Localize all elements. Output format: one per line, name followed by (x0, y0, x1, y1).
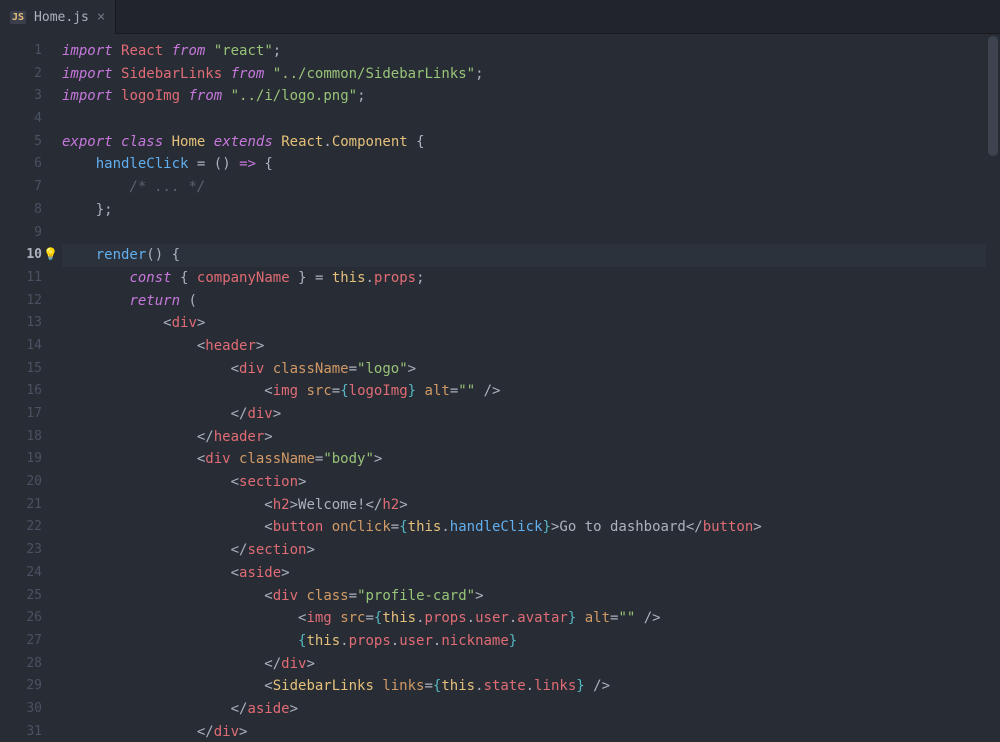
line-number[interactable]: 20 (0, 471, 62, 494)
line-number[interactable]: 23 (0, 539, 62, 562)
code-line[interactable]: <div> (62, 312, 1000, 335)
line-number[interactable]: 22 (0, 516, 62, 539)
code-line[interactable] (62, 222, 1000, 245)
line-number[interactable]: 16 (0, 380, 62, 403)
line-number[interactable]: 27 (0, 630, 62, 653)
tab-filename: Home.js (34, 10, 89, 25)
line-number[interactable]: 3 (0, 85, 62, 108)
line-number[interactable]: 25 (0, 585, 62, 608)
close-icon[interactable]: × (97, 10, 105, 24)
code-line[interactable]: handleClick = () => { (62, 153, 1000, 176)
line-number[interactable]: 8 (0, 199, 62, 222)
line-number[interactable]: 18 (0, 426, 62, 449)
line-number[interactable]: 17 (0, 403, 62, 426)
line-number[interactable]: 24 (0, 562, 62, 585)
code-area[interactable]: import React from "react";import Sidebar… (62, 34, 1000, 742)
line-number[interactable]: 11 (0, 267, 62, 290)
code-line[interactable]: <div className="logo"> (62, 358, 1000, 381)
code-line[interactable]: <aside> (62, 562, 1000, 585)
scrollbar-thumb[interactable] (988, 36, 998, 156)
code-line[interactable]: <div class="profile-card"> (62, 585, 1000, 608)
line-number[interactable]: 19 (0, 448, 62, 471)
code-line[interactable]: import SidebarLinks from "../common/Side… (62, 63, 1000, 86)
code-line[interactable]: }; (62, 199, 1000, 222)
tab-home-js[interactable]: JS Home.js × (0, 0, 116, 34)
code-line[interactable]: <h2>Welcome!</h2> (62, 494, 1000, 517)
line-number[interactable]: 2 (0, 63, 62, 86)
code-line[interactable]: {this.props.user.nickname} (62, 630, 1000, 653)
code-line[interactable]: </div> (62, 653, 1000, 676)
code-line[interactable]: <header> (62, 335, 1000, 358)
code-line[interactable] (62, 108, 1000, 131)
code-line[interactable]: <button onClick={this.handleClick}>Go to… (62, 516, 1000, 539)
line-number[interactable]: 26 (0, 607, 62, 630)
editor: 12345678910💡1112131415161718192021222324… (0, 34, 1000, 742)
code-line[interactable]: </aside> (62, 698, 1000, 721)
code-line[interactable]: </section> (62, 539, 1000, 562)
code-line[interactable]: </div> (62, 721, 1000, 742)
vertical-scrollbar[interactable] (986, 34, 1000, 742)
js-file-icon: JS (10, 11, 26, 24)
code-line[interactable]: render() { (62, 244, 1000, 267)
code-line[interactable]: </header> (62, 426, 1000, 449)
code-line[interactable]: export class Home extends React.Componen… (62, 131, 1000, 154)
code-line[interactable]: </div> (62, 403, 1000, 426)
code-line[interactable]: <img src={this.props.user.avatar} alt=""… (62, 607, 1000, 630)
line-number[interactable]: 5 (0, 131, 62, 154)
line-number[interactable]: 4 (0, 108, 62, 131)
line-number[interactable]: 15 (0, 358, 62, 381)
line-number[interactable]: 21 (0, 494, 62, 517)
lightbulb-icon[interactable]: 💡 (43, 247, 58, 261)
line-number[interactable]: 6 (0, 153, 62, 176)
line-number[interactable]: 13 (0, 312, 62, 335)
line-number[interactable]: 9 (0, 222, 62, 245)
line-number[interactable]: 1 (0, 40, 62, 63)
code-line[interactable]: <div className="body"> (62, 448, 1000, 471)
line-number[interactable]: 28 (0, 653, 62, 676)
code-line[interactable]: import React from "react"; (62, 40, 1000, 63)
line-number[interactable]: 7 (0, 176, 62, 199)
line-number-gutter: 12345678910💡1112131415161718192021222324… (0, 34, 62, 742)
code-line[interactable]: /* ... */ (62, 176, 1000, 199)
tab-bar: JS Home.js × (0, 0, 1000, 34)
code-line[interactable]: <img src={logoImg} alt="" /> (62, 380, 1000, 403)
line-number[interactable]: 29 (0, 675, 62, 698)
code-line[interactable]: <section> (62, 471, 1000, 494)
line-number[interactable]: 14 (0, 335, 62, 358)
code-line[interactable]: <SidebarLinks links={this.state.links} /… (62, 675, 1000, 698)
code-line[interactable]: return ( (62, 290, 1000, 313)
code-line[interactable]: import logoImg from "../i/logo.png"; (62, 85, 1000, 108)
line-number[interactable]: 12 (0, 290, 62, 313)
line-number[interactable]: 31 (0, 721, 62, 742)
line-number[interactable]: 30 (0, 698, 62, 721)
code-line[interactable]: const { companyName } = this.props; (62, 267, 1000, 290)
